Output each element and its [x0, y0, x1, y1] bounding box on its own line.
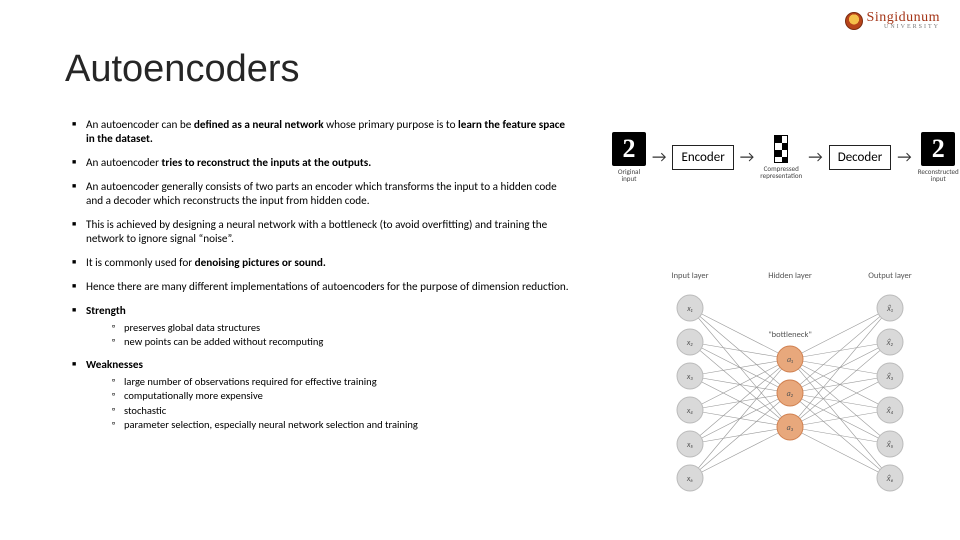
bullet-item: Weaknesseslarge number of observations r… [72, 358, 572, 431]
sub-bullet-item: computationally more expensive [112, 389, 572, 402]
svg-text:x̂₂: x̂₂ [886, 338, 894, 348]
svg-text:x₄: x₄ [686, 406, 693, 416]
svg-text:"bottleneck": "bottleneck" [768, 330, 812, 340]
arrow-icon: → [808, 148, 822, 167]
network-diagram: Input layer Hidden layer Output layer "bott… [640, 260, 940, 520]
svg-text:x₁: x₁ [686, 304, 692, 314]
svg-text:x̂₆: x̂₆ [886, 474, 894, 484]
bullet-item: Hence there are many different implement… [72, 280, 572, 294]
svg-text:x̂₄: x̂₄ [886, 406, 894, 416]
sub-bullet-list: large number of observations required fo… [112, 375, 572, 431]
svg-text:a₃: a₃ [787, 423, 794, 433]
sub-bullet-item: large number of observations required fo… [112, 375, 572, 388]
sub-bullet-item: new points can be added without recomput… [112, 335, 572, 348]
svg-text:x₃: x₃ [686, 372, 693, 382]
autoencoder-pipeline-figure: 2 Original input → Encoder → Compressed … [612, 132, 942, 183]
svg-text:a₁: a₁ [787, 355, 793, 365]
encoder-block: Encoder [672, 145, 733, 170]
bullet-list: An autoencoder can be defined as a neura… [72, 118, 572, 431]
original-caption: Original input [612, 168, 646, 183]
svg-text:x₅: x₅ [686, 440, 693, 450]
arrow-icon: → [897, 148, 911, 167]
bullet-item: This is achieved by designing a neural n… [72, 218, 572, 246]
logo-sub: UNIVERSITY [867, 25, 940, 30]
bullet-item: Strengthpreserves global data structures… [72, 304, 572, 348]
sub-bullet-item: preserves global data structures [112, 321, 572, 334]
bullet-item: An autoencoder can be defined as a neura… [72, 118, 572, 146]
bullet-item: An autoencoder tries to reconstruct the … [72, 156, 572, 170]
decoder-block: Decoder [829, 145, 892, 170]
bullet-item: An autoencoder generally consists of two… [72, 180, 572, 208]
svg-text:Hidden layer: Hidden layer [768, 271, 812, 281]
original-digit-icon: 2 [612, 132, 646, 166]
arrow-icon: → [652, 148, 666, 167]
bullet-item: It is commonly used for denoising pictur… [72, 256, 572, 270]
svg-text:x₆: x₆ [686, 474, 693, 484]
svg-text:Output layer: Output layer [868, 271, 911, 281]
svg-text:a₂: a₂ [787, 389, 794, 399]
logo-crest-icon [845, 12, 863, 30]
svg-text:x̂₁: x̂₁ [886, 304, 893, 314]
arrow-icon: → [740, 148, 754, 167]
compressed-caption: Compressed representation [760, 165, 802, 180]
svg-text:x̂₃: x̂₃ [886, 372, 894, 382]
sub-bullet-list: preserves global data structuresnew poin… [112, 321, 572, 348]
reconstructed-digit-icon: 2 [921, 132, 955, 166]
sub-bullet-item: parameter selection, especially neural n… [112, 418, 572, 431]
reconstructed-caption: Reconstructed input [918, 168, 959, 183]
svg-text:x₂: x₂ [686, 338, 693, 348]
slide-body: An autoencoder can be defined as a neura… [72, 118, 572, 441]
logo-name: Singidunum [867, 12, 940, 25]
slide-title: Autoencoders [65, 48, 300, 91]
compressed-icon [774, 135, 788, 163]
svg-text:x̂₅: x̂₅ [886, 440, 894, 450]
sub-bullet-item: stochastic [112, 404, 572, 417]
svg-text:Input layer: Input layer [671, 271, 708, 281]
university-logo: Singidunum UNIVERSITY [845, 12, 940, 30]
